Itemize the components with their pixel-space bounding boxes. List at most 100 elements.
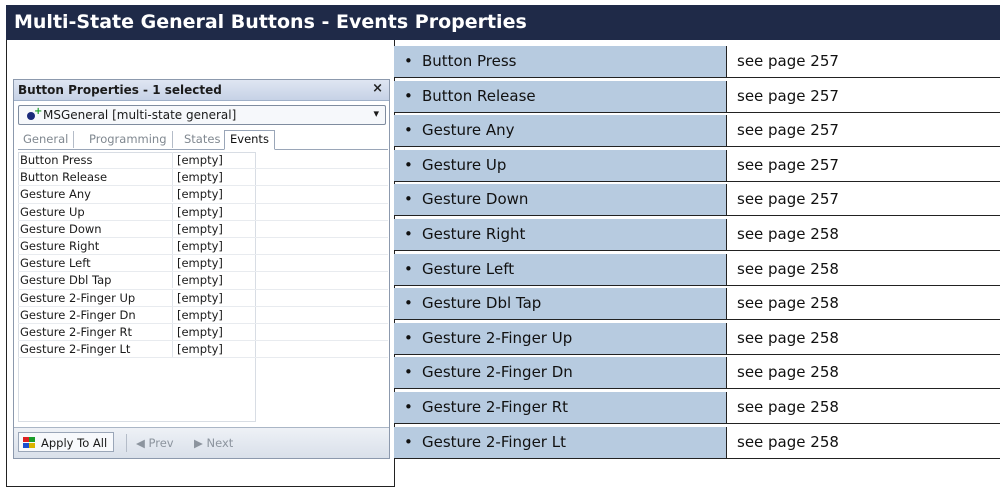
chevron-down-icon[interactable]: ▾ — [373, 107, 379, 120]
bullet-icon: • — [404, 432, 413, 451]
event-name: Gesture Right — [422, 224, 526, 243]
property-name: Gesture 2-Finger Rt — [20, 324, 132, 339]
property-name: Gesture 2-Finger Lt — [20, 342, 131, 357]
property-value[interactable]: [empty] — [172, 341, 223, 358]
event-name: Gesture Up — [422, 155, 507, 174]
property-name: Gesture Left — [20, 256, 91, 271]
property-row[interactable]: Gesture 2-Finger Lt [empty] — [18, 341, 388, 359]
property-row[interactable]: Gesture Left [empty] — [18, 255, 388, 273]
object-select-value: MSGeneral [multi-state general] — [43, 108, 237, 122]
row-divider — [394, 111, 1000, 113]
row-divider — [394, 284, 1000, 286]
property-row[interactable]: Button Press [empty] — [18, 152, 388, 170]
table-row: • Gesture 2-Finger Dn see page 258 — [394, 357, 1000, 392]
page-reference: see page 258 — [737, 224, 839, 243]
table-row: • Gesture Down see page 257 — [394, 184, 1000, 219]
event-name-cell: • Gesture 2-Finger Dn — [394, 357, 727, 389]
divider — [6, 40, 7, 487]
plus-icon: + — [34, 106, 43, 117]
property-value[interactable]: [empty] — [172, 306, 223, 323]
property-row[interactable]: Gesture 2-Finger Up [empty] — [18, 289, 388, 307]
table-row: • Gesture 2-Finger Up see page 258 — [394, 322, 1000, 358]
table-row: • Gesture Left see page 258 — [394, 253, 1000, 289]
event-name: Gesture Any — [422, 121, 515, 140]
property-row[interactable]: Gesture Down [empty] — [18, 220, 388, 238]
row-divider — [394, 422, 1000, 424]
panel-header: Button Properties - 1 selected × — [14, 80, 389, 101]
tab-general[interactable]: General — [18, 131, 75, 148]
property-row[interactable]: Gesture 2-Finger Dn [empty] — [18, 306, 388, 324]
property-row[interactable]: Gesture Dbl Tap [empty] — [18, 272, 388, 290]
row-divider — [394, 146, 1000, 148]
property-row[interactable]: Gesture Right [empty] — [18, 237, 388, 256]
property-value[interactable]: [empty] — [172, 289, 223, 306]
bullet-icon: • — [404, 294, 413, 313]
event-name-cell: • Gesture Left — [394, 253, 727, 285]
object-select[interactable]: + MSGeneral [multi-state general] ▾ — [18, 105, 386, 125]
page-reference: see page 258 — [737, 397, 839, 416]
page-title: Multi-State General Buttons - Events Pro… — [6, 5, 1000, 40]
triangle-right-icon: ▶ — [194, 436, 207, 450]
property-value[interactable]: [empty] — [172, 323, 223, 340]
event-name-cell: • Gesture Right — [394, 218, 727, 250]
property-value[interactable]: [empty] — [172, 220, 223, 237]
property-value[interactable]: [empty] — [172, 237, 223, 254]
property-row[interactable]: Gesture Any [empty] — [18, 186, 388, 204]
apply-label: Apply To All — [41, 436, 108, 450]
event-name-cell: • Gesture Dbl Tap — [394, 288, 727, 320]
table-row: • Button Press see page 257 — [394, 46, 1000, 81]
row-divider — [394, 457, 1000, 459]
property-row[interactable]: Button Release [empty] — [18, 169, 388, 187]
apply-to-all-button[interactable]: Apply To All — [18, 432, 115, 452]
event-name: Gesture 2-Finger Rt — [422, 397, 569, 416]
tab-strip: General Programming States Events — [18, 130, 388, 150]
prev-button[interactable]: ◀ Prev — [136, 436, 174, 450]
bullet-icon: • — [404, 52, 413, 70]
next-button[interactable]: ▶ Next — [194, 436, 233, 450]
property-name: Gesture Dbl Tap — [20, 273, 112, 288]
apply-all-icon — [23, 437, 36, 448]
event-name: Gesture 2-Finger Dn — [422, 363, 573, 382]
property-row[interactable]: Gesture Up [empty] — [18, 203, 388, 221]
row-divider — [394, 353, 1000, 355]
event-name-cell: • Button Press — [394, 46, 727, 77]
close-icon[interactable]: × — [372, 81, 383, 96]
tab-events[interactable]: Events — [224, 130, 275, 150]
property-name: Button Release — [20, 170, 108, 185]
bullet-icon: • — [404, 259, 413, 278]
tab-programming[interactable]: Programming — [84, 131, 173, 148]
event-name: Gesture Left — [422, 259, 515, 278]
triangle-left-icon: ◀ — [136, 436, 149, 450]
event-name-cell: • Gesture Down — [394, 184, 727, 216]
row-divider — [394, 319, 1000, 321]
row-divider — [394, 180, 1000, 182]
event-name: Button Release — [422, 86, 536, 105]
next-label: Next — [206, 436, 234, 450]
divider — [126, 434, 127, 452]
table-row: • Gesture Right see page 258 — [394, 218, 1000, 254]
panel-title: Button Properties - 1 selected — [18, 83, 222, 97]
row-divider — [394, 77, 1000, 78]
event-name-cell: • Gesture 2-Finger Rt — [394, 391, 727, 423]
event-name: Gesture 2-Finger Up — [422, 328, 573, 347]
property-value[interactable]: [empty] — [172, 203, 223, 220]
event-name-cell: • Button Release — [394, 80, 727, 112]
page-reference: see page 258 — [737, 294, 839, 313]
event-name: Gesture 2-Finger Lt — [422, 432, 566, 451]
property-value[interactable]: [empty] — [172, 272, 223, 289]
property-value[interactable]: [empty] — [172, 169, 223, 186]
page-reference: see page 258 — [737, 432, 839, 451]
property-row[interactable]: Gesture 2-Finger Rt [empty] — [18, 323, 388, 342]
property-name: Gesture Up — [20, 204, 85, 219]
tab-states[interactable]: States — [179, 131, 227, 148]
event-name: Gesture Down — [422, 190, 529, 209]
property-value[interactable]: [empty] — [172, 152, 223, 168]
row-divider — [394, 249, 1000, 251]
bullet-icon: • — [404, 224, 413, 243]
events-table: • Button Press see page 257 • Button Release… — [394, 46, 1000, 461]
page-reference: see page 258 — [737, 328, 839, 347]
property-value[interactable]: [empty] — [172, 255, 223, 272]
bullet-icon: • — [404, 155, 413, 174]
property-value[interactable]: [empty] — [172, 186, 223, 203]
property-name: Gesture Down — [20, 221, 102, 236]
